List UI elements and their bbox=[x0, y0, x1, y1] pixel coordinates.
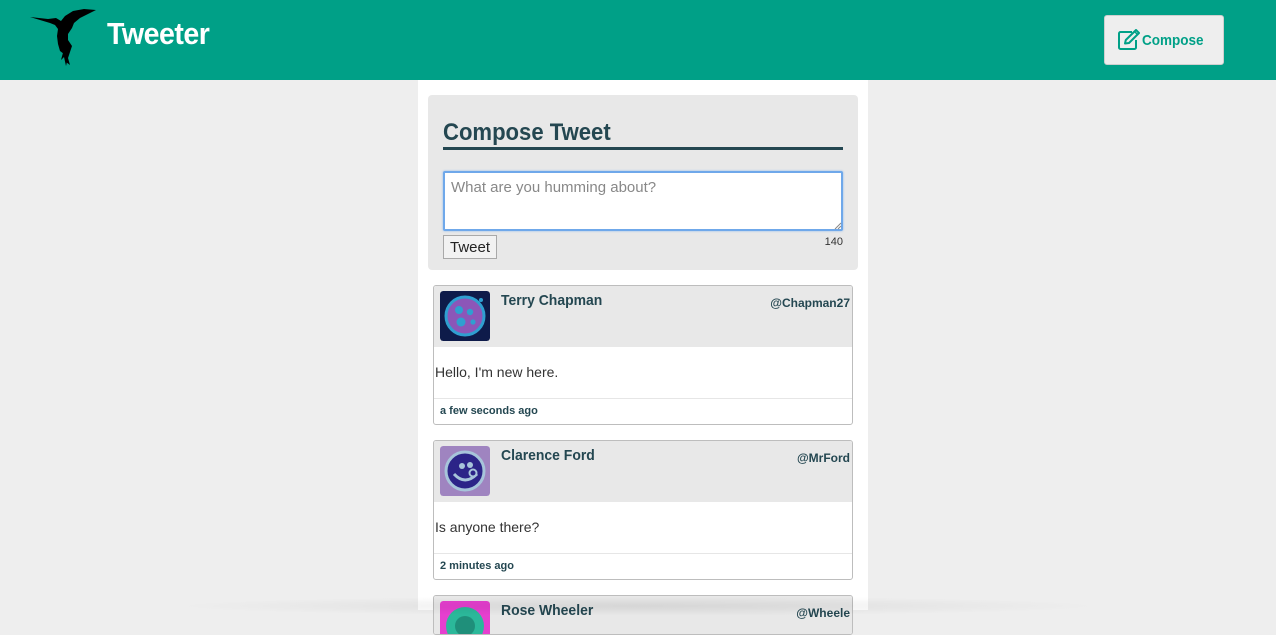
compose-button-label: Compose bbox=[1142, 31, 1204, 49]
resize-handle-icon[interactable] bbox=[834, 222, 842, 230]
hummingbird-icon bbox=[30, 9, 96, 66]
brand-title: Tweeter bbox=[107, 16, 210, 51]
char-counter: 140 bbox=[824, 236, 843, 248]
tweet-header: Clarence Ford @MrFord bbox=[434, 441, 852, 502]
tweet-text: Hello, I'm new here. bbox=[435, 364, 559, 380]
avatar-icon bbox=[440, 291, 490, 341]
tweet-text: Is anyone there? bbox=[435, 519, 540, 535]
tweet-author-name: Rose Wheeler bbox=[501, 602, 594, 619]
tweet-header: Rose Wheeler @Wheele bbox=[434, 596, 852, 634]
edit-icon bbox=[1118, 29, 1141, 50]
tweet-author-handle: @Chapman27 bbox=[770, 296, 850, 310]
tweet-card: Terry Chapman @Chapman27 Hello, I'm new … bbox=[433, 285, 853, 425]
tweet-author-name: Clarence Ford bbox=[501, 447, 595, 464]
compose-button[interactable]: Compose bbox=[1104, 15, 1224, 65]
tweet-submit-button[interactable]: Tweet bbox=[443, 235, 497, 259]
avatar-icon bbox=[440, 601, 490, 634]
compose-tweet-panel: Compose Tweet Tweet 140 bbox=[428, 95, 858, 270]
tweet-timestamp: a few seconds ago bbox=[440, 405, 538, 417]
avatar-icon bbox=[440, 446, 490, 496]
tweet-footer: 2 minutes ago bbox=[434, 553, 852, 578]
compose-title: Compose Tweet bbox=[443, 119, 611, 146]
tweet-author-handle: @MrFord bbox=[796, 451, 850, 465]
tweet-footer: a few seconds ago bbox=[434, 398, 852, 423]
tweet-author-handle: @Wheele bbox=[796, 606, 850, 620]
tweet-card: Clarence Ford @MrFord Is anyone there? 2… bbox=[433, 440, 853, 580]
tweet-card: Rose Wheeler @Wheele bbox=[433, 595, 853, 635]
tweet-author-name: Terry Chapman bbox=[501, 292, 603, 309]
tweet-textarea[interactable] bbox=[443, 171, 843, 231]
main-container: Compose Tweet Tweet 140 Terry Chapman @C… bbox=[418, 80, 868, 635]
tweet-timestamp: 2 minutes ago bbox=[440, 560, 514, 572]
compose-divider bbox=[443, 147, 843, 150]
navbar: Tweeter Compose bbox=[0, 0, 1276, 80]
tweet-header: Terry Chapman @Chapman27 bbox=[434, 286, 852, 347]
